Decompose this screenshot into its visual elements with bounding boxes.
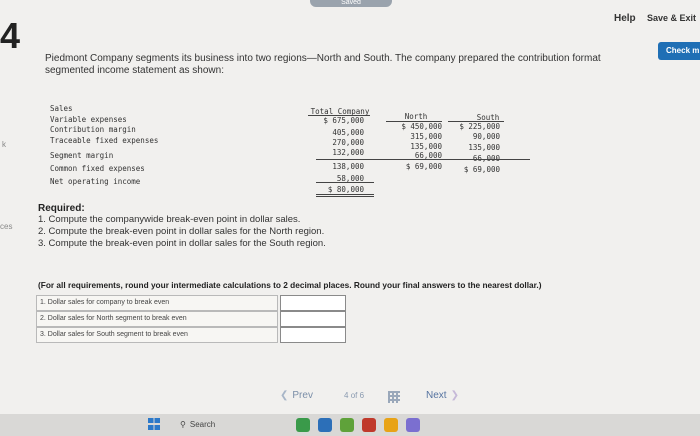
south-value: $ 225,000 [459, 122, 500, 131]
page-of: of [350, 391, 358, 400]
answer-label: 2. Dollar sales for North segment to bre… [36, 311, 278, 327]
total-value: $ 675,000 [323, 116, 364, 125]
help-link[interactable]: Help [614, 13, 636, 24]
header-underline [308, 115, 370, 116]
next-button[interactable]: Next ❯ [426, 390, 459, 401]
prev-button[interactable]: ❮ Prev [280, 390, 313, 401]
top-bar: Saved Help Save & Exit [0, 0, 700, 38]
taskbar-app-icon[interactable] [318, 418, 332, 432]
problem-intro: Piedmont Company segments its business i… [45, 53, 601, 76]
taskbar-app-icon[interactable] [296, 418, 310, 432]
required-item: 1. Compute the companywide break-even po… [38, 214, 301, 225]
company-break-even-input[interactable] [280, 295, 346, 311]
chevron-left-icon: ❮ [280, 390, 289, 401]
segment-margin-rule [316, 159, 530, 160]
answer-row: 1. Dollar sales for company to break eve… [36, 295, 346, 311]
question-number: 4 [0, 15, 21, 56]
header-north: North [404, 112, 428, 121]
row-label: Variable expenses [50, 115, 127, 124]
search-label: Search [189, 420, 216, 429]
north-value: 315,000 [410, 132, 442, 141]
answer-label: 3. Dollar sales for South segment to bre… [36, 327, 278, 343]
header-underline [386, 121, 442, 122]
page-indicator: 4 of 6 [344, 391, 364, 400]
north-value: $ 69,000 [405, 162, 442, 171]
total-double-rule [316, 194, 374, 195]
required-item: 2. Compute the break-even point in dolla… [38, 226, 325, 237]
taskbar-search[interactable]: ⚲ Search [180, 417, 280, 433]
side-fragment: ces [0, 222, 13, 231]
chevron-right-icon: ❯ [450, 390, 459, 401]
row-label: Sales [50, 104, 73, 113]
check-my-work-button[interactable]: Check m [658, 42, 700, 60]
total-value: 405,000 [332, 128, 364, 137]
required-heading: Required: [38, 203, 85, 214]
row-label: Traceable fixed expenses [50, 136, 159, 145]
south-value: 135,000 [468, 143, 500, 152]
windows-start-icon[interactable] [148, 418, 160, 430]
north-break-even-input[interactable] [280, 311, 346, 327]
pagination: ❮ Prev 4 of 6 Next ❯ [280, 390, 480, 408]
answer-row: 2. Dollar sales for North segment to bre… [36, 311, 346, 327]
side-fragment: k [2, 140, 6, 149]
current-page: 4 [344, 391, 349, 400]
rounding-instruction: (For all requirements, round your interm… [38, 280, 542, 290]
total-value: 270,000 [332, 138, 364, 147]
search-icon: ⚲ [180, 420, 186, 429]
taskbar: ⚲ Search [0, 414, 700, 436]
saved-status: Saved [310, 0, 392, 7]
save-exit-button[interactable]: Save & Exit [647, 13, 696, 23]
total-value: 138,000 [332, 162, 364, 171]
south-value: 90,000 [472, 132, 500, 141]
total-pages: 6 [359, 391, 365, 400]
row-label: Segment margin [50, 151, 114, 160]
south-value: $ 69,000 [463, 165, 500, 174]
row-label: Common fixed expenses [50, 164, 145, 173]
total-value: 132,000 [332, 148, 364, 157]
taskbar-app-icon[interactable] [406, 418, 420, 432]
taskbar-app-icon[interactable] [384, 418, 398, 432]
sum-rule [316, 182, 374, 183]
required-item: 3. Compute the break-even point in dolla… [38, 238, 326, 249]
total-value: $ 80,000 [327, 185, 364, 194]
next-label: Next [426, 390, 447, 401]
header-underline [448, 121, 504, 122]
row-label: Net operating income [50, 177, 141, 186]
taskbar-app-icon[interactable] [340, 418, 354, 432]
taskbar-app-icon[interactable] [362, 418, 376, 432]
answer-row: 3. Dollar sales for South segment to bre… [36, 327, 346, 343]
north-value: $ 450,000 [401, 122, 442, 131]
north-value: 135,000 [410, 142, 442, 151]
total-double-rule [316, 196, 374, 197]
prev-label: Prev [292, 390, 313, 401]
answer-label: 1. Dollar sales for company to break eve… [36, 295, 278, 311]
row-label: Contribution margin [50, 125, 136, 134]
south-break-even-input[interactable] [280, 327, 346, 343]
grid-icon[interactable] [388, 391, 400, 403]
